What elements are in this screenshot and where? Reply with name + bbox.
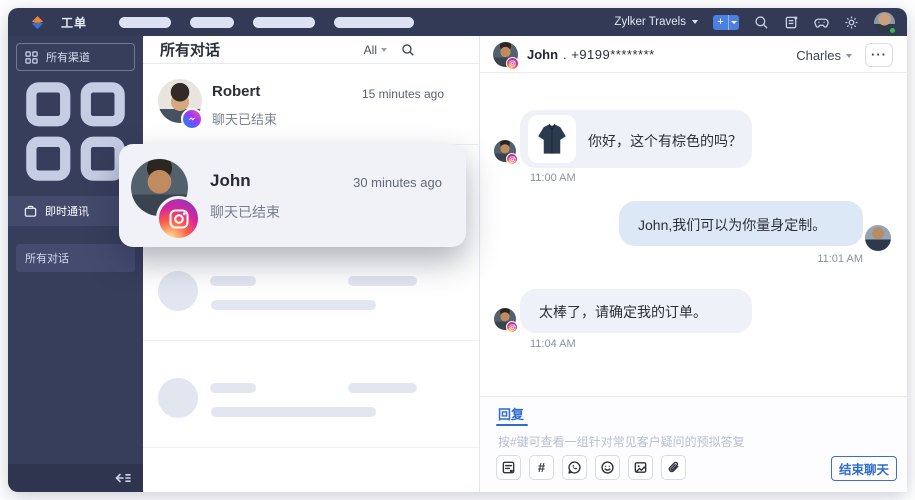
message-bubble-incoming: 太棒了，请确定我的订单。: [520, 289, 752, 333]
messenger-icon: [181, 108, 203, 130]
message-bubble-incoming: 你好，这个有棕色的吗？: [520, 110, 752, 168]
conversation-list-header: 所有对话 All: [143, 36, 479, 64]
topbar-nav-placeholders: [119, 17, 414, 28]
skeleton-avatar: [158, 378, 198, 418]
message-bubble-outgoing: John,我们可以为你量身定制。: [619, 201, 863, 246]
nav-skeleton-pill: [190, 17, 234, 28]
attachment-button[interactable]: [661, 455, 686, 480]
conversation-name: John: [210, 171, 251, 191]
instagram-icon: [156, 196, 201, 241]
whatsapp-button[interactable]: [562, 455, 587, 480]
conversation-list-panel: 所有对话 All Robert 15 minut: [143, 36, 480, 492]
gear-icon[interactable]: [844, 15, 859, 30]
sidebar-im-label: 即时通讯: [45, 203, 89, 219]
message-text: 你好，这个有棕色的吗？: [588, 131, 742, 151]
skeleton-name-bar: [210, 383, 256, 393]
skeleton-conversation-row: [143, 247, 479, 341]
instagram-icon: [506, 321, 518, 333]
sidebar-all-channels-label: 所有渠道: [46, 49, 90, 65]
message-text: 太棒了，请确定我的订单。: [539, 302, 707, 322]
chevron-down-icon: [692, 20, 698, 24]
skeleton-status-bar: [211, 407, 376, 417]
chat-panel: John . +9199******** Charles ··· 你好，这个有棕…: [480, 36, 907, 492]
conversation-time: 30 minutes ago: [353, 175, 442, 190]
skeleton-time-bar: [348, 276, 417, 286]
skeleton-status-bar: [211, 300, 376, 310]
sidebar-channel-selector[interactable]: 所有渠道: [16, 43, 135, 71]
hashtag-button[interactable]: #: [529, 455, 554, 480]
skeleton-name-bar: [210, 276, 256, 286]
filter-dropdown[interactable]: All: [364, 43, 387, 57]
app: 工单 Zylker Travels +: [0, 0, 915, 500]
instagram-icon: [506, 57, 519, 70]
nav-skeleton-pill: [334, 17, 414, 28]
conversation-time: 15 minutes ago: [362, 87, 444, 101]
add-dropdown[interactable]: [728, 15, 739, 30]
avatar-charles: [865, 225, 891, 251]
message-text: John,我们可以为你量身定制。: [638, 215, 826, 235]
topbar-actions: Zylker Travels +: [614, 12, 895, 33]
composer-input[interactable]: 按#键可查看一组针对常见客户疑问的预拟答复: [498, 433, 767, 453]
emoji-button[interactable]: [595, 455, 620, 480]
message-time: 11:00 AM: [530, 172, 576, 184]
search-icon[interactable]: [401, 43, 415, 57]
online-status-dot: [889, 27, 896, 34]
sidebar: 所有渠道 即时通讯 对话视图 所有对话: [8, 36, 143, 492]
collapse-sidebar-icon[interactable]: [114, 471, 131, 485]
grid-icon: [25, 51, 38, 64]
app-window: 工单 Zylker Travels +: [8, 8, 907, 492]
grid-icon: [24, 170, 127, 187]
filter-label: All: [364, 43, 377, 57]
game-controller-icon[interactable]: [814, 15, 829, 30]
chevron-down-icon: [731, 21, 737, 24]
message-time: 11:01 AM: [730, 253, 863, 265]
product-image[interactable]: [528, 115, 576, 163]
topbar: 工单 Zylker Travels +: [8, 8, 907, 36]
composer: 回复 按#键可查看一组针对常见客户疑问的预拟答复 #: [480, 396, 907, 492]
chevron-down-icon: [381, 48, 387, 52]
skeleton-time-bar: [348, 383, 417, 393]
conversation-name: Robert: [212, 83, 260, 100]
list-title: 所有对话: [160, 39, 220, 60]
composer-placeholder: 按#键可查看一组针对常见客户疑问的预拟答复: [498, 435, 745, 449]
list-header-actions: All: [364, 43, 415, 57]
instagram-icon: [506, 153, 518, 165]
skeleton-avatar: [158, 271, 198, 311]
user-avatar[interactable]: [874, 12, 895, 33]
nav-skeleton-pill: [119, 17, 171, 28]
module-tab-tickets[interactable]: 工单: [61, 14, 87, 31]
search-icon[interactable]: [754, 15, 769, 30]
chevron-down-icon: [846, 54, 852, 58]
assignee-dropdown[interactable]: Charles: [796, 48, 852, 63]
reply-tab-underline: [496, 424, 528, 426]
chat-contact-name: John: [527, 47, 558, 62]
chat-header: John . +9199******** Charles ···: [480, 36, 907, 73]
skeleton-conversation-row: [143, 341, 479, 448]
sidebar-footer: [8, 464, 143, 492]
message-time: 11:04 AM: [530, 338, 576, 350]
image-button[interactable]: [628, 455, 653, 480]
conversation-row-robert[interactable]: Robert 15 minutes ago 聊天已结束: [143, 64, 479, 145]
more-options-button[interactable]: ···: [865, 43, 893, 67]
plus-icon: +: [713, 15, 728, 30]
nav-skeleton-pill: [253, 17, 315, 28]
reply-tab[interactable]: 回复: [498, 404, 524, 423]
composer-toolbar: #: [496, 455, 686, 480]
sidebar-all-conversations-label: 所有对话: [25, 253, 69, 265]
canned-response-button[interactable]: [496, 455, 521, 480]
chat-contact-phone: . +9199********: [563, 47, 655, 62]
add-button[interactable]: +: [713, 15, 739, 30]
conversation-status: 聊天已结束: [212, 109, 277, 128]
release-notes-icon[interactable]: [784, 15, 799, 30]
org-name: Zylker Travels: [614, 16, 686, 28]
sidebar-item-all-conversations[interactable]: 所有对话: [16, 244, 135, 272]
conversation-status: 聊天已结束: [210, 202, 280, 222]
brand-logo-icon: [30, 15, 45, 30]
conversation-row-john[interactable]: John 30 minutes ago 聊天已结束: [119, 144, 466, 247]
assignee-name: Charles: [796, 48, 841, 63]
org-switcher[interactable]: Zylker Travels: [614, 16, 698, 28]
end-chat-button[interactable]: 结束聊天: [831, 456, 897, 481]
inbox-icon: [24, 205, 37, 218]
